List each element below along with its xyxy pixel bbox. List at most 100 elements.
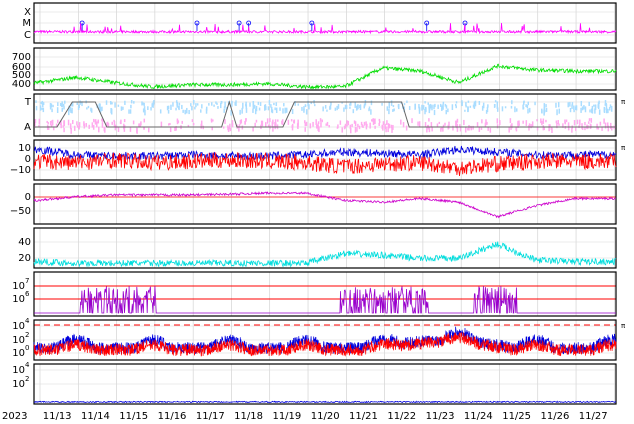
sector-toward-point [111, 102, 113, 105]
x-tick-label: 11/26 [540, 411, 569, 422]
y-tick-label: −50 [10, 206, 31, 217]
sector-toward-point [213, 104, 215, 107]
sector-toward-point [465, 102, 467, 107]
sector-away-point [509, 118, 512, 124]
sector-toward-point [265, 105, 267, 111]
sector-toward-point [451, 104, 454, 111]
sector-toward-point [543, 109, 546, 113]
sector-toward-point [87, 105, 90, 109]
sector-toward-point [442, 103, 444, 110]
sector-away-point [579, 119, 581, 126]
sector-toward-point [543, 103, 546, 108]
sector-toward-point [455, 101, 458, 104]
sector-toward-point [51, 108, 53, 113]
sector-away-point [472, 125, 474, 130]
sector-toward-point [510, 105, 513, 109]
sector-away-point [555, 120, 558, 124]
sector-toward-point [59, 103, 62, 107]
sector-away-point [599, 121, 602, 126]
sector-toward-point [170, 104, 172, 110]
sector-toward-point [182, 109, 184, 113]
sector-toward-point [496, 107, 499, 112]
sector-toward-point [273, 102, 275, 106]
sector-toward-point [569, 107, 572, 113]
sector-toward-point [61, 101, 63, 108]
sector-away-point [430, 122, 433, 127]
sector-toward-point [573, 109, 575, 113]
sector-toward-point [175, 107, 177, 111]
sector-toward-point [184, 109, 186, 115]
sector-toward-point [150, 107, 152, 111]
sector-toward-point [469, 105, 472, 108]
sector-away-point [356, 127, 358, 132]
sector-away-point [88, 124, 90, 129]
sector-away-point [531, 121, 534, 127]
sector-toward-point [370, 100, 373, 106]
right-axis-label: π [621, 144, 626, 152]
sector-toward-point [427, 102, 430, 105]
sector-toward-point [583, 105, 585, 110]
sector-toward-point [421, 104, 423, 111]
sector-toward-point [392, 109, 394, 112]
sector-away-point [357, 123, 359, 128]
sector-away-point [530, 124, 532, 129]
sector-away-point [117, 127, 120, 132]
sector-away-point [411, 118, 413, 124]
sector-away-point [111, 121, 113, 125]
sector-toward-point [117, 104, 120, 107]
sector-toward-point [428, 107, 431, 114]
sector-toward-point [437, 104, 439, 109]
sector-toward-point [56, 107, 59, 113]
sector-toward-point [252, 108, 254, 113]
sector-away-point [192, 122, 195, 126]
sector-toward-point [211, 102, 213, 106]
y-tick-label: C [24, 30, 31, 41]
y-tick-label: 20 [18, 253, 31, 264]
sector-toward-point [305, 109, 308, 115]
sector-toward-point [597, 102, 600, 109]
sector-toward-point [49, 102, 52, 108]
sector-away-point [481, 119, 483, 124]
sector-toward-point [422, 105, 425, 110]
sector-toward-point [275, 102, 278, 107]
sector-toward-point [152, 102, 154, 108]
sector-away-point [476, 122, 479, 127]
sector-toward-point [403, 103, 406, 106]
sector-away-point [384, 123, 386, 130]
sector-toward-point [418, 108, 421, 114]
sector-toward-point [191, 105, 193, 111]
sector-toward-point [147, 106, 149, 110]
sector-toward-point [434, 103, 436, 108]
sector-away-point [378, 120, 381, 124]
sector-away-point [272, 119, 274, 125]
sector-toward-point [308, 104, 310, 110]
sector-away-point [119, 121, 122, 124]
sector-toward-point [304, 104, 307, 107]
sector-toward-point [63, 106, 65, 110]
sector-toward-point [224, 101, 226, 108]
sector-away-point [358, 125, 361, 130]
sector-toward-point [349, 103, 351, 106]
sector-toward-point [356, 104, 359, 110]
sector-toward-point [35, 100, 37, 103]
sector-toward-point [525, 104, 527, 108]
right-axis-label: π [621, 322, 626, 330]
sector-away-point [227, 125, 229, 129]
sector-toward-point [486, 106, 489, 113]
sector-toward-point [352, 109, 355, 114]
sector-toward-point [159, 109, 162, 114]
y-tick-exponent: 4 [25, 317, 30, 325]
sector-away-point [402, 122, 405, 128]
sector-toward-point [418, 103, 420, 109]
sector-away-point [113, 121, 116, 127]
sector-toward-point [571, 104, 573, 109]
x-tick-label: 11/15 [119, 411, 148, 422]
sector-toward-point [39, 105, 42, 111]
sector-toward-point [598, 109, 601, 115]
sector-toward-point [593, 104, 595, 107]
sector-away-point [169, 127, 172, 133]
sector-away-point [160, 121, 163, 127]
sector-away-point [382, 121, 385, 126]
sector-away-point [545, 119, 547, 123]
sector-toward-point [467, 106, 469, 112]
